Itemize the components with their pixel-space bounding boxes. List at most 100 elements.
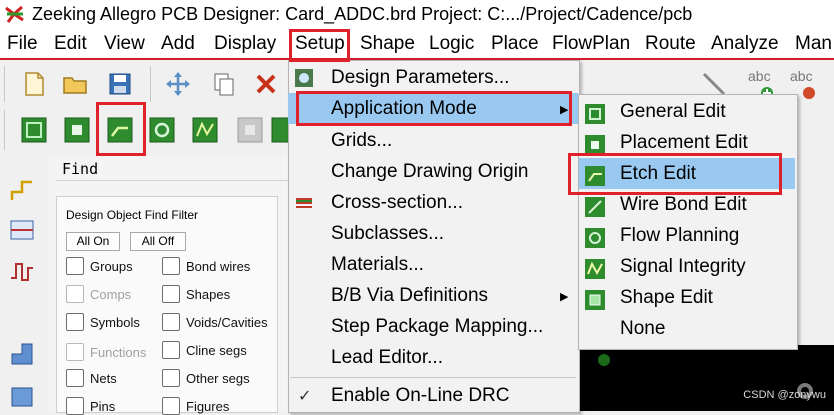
find-panel-title: Find (62, 160, 99, 178)
wire-bond-edit-icon (585, 197, 605, 217)
signal-integrity-icon (585, 259, 605, 279)
new-file-icon[interactable] (20, 70, 48, 98)
menu-route[interactable]: Route (645, 33, 696, 55)
design-parameters-icon (295, 69, 313, 87)
move-icon[interactable] (164, 70, 192, 98)
cross-section-icon (296, 198, 312, 208)
toolbar-separator (4, 66, 5, 102)
filter-label: Comps (90, 286, 132, 302)
setup-enable-online-drc[interactable]: Enable On-Line DRC (331, 385, 509, 407)
menu-place[interactable]: Place (491, 33, 539, 55)
setup-lead-editor[interactable]: Lead Editor... (331, 347, 443, 369)
setup-bb-via-definitions[interactable]: B/B Via Definitions (331, 285, 488, 307)
filter-label: Voids/Cavities (186, 314, 268, 330)
annotation-box-application-mode (296, 91, 572, 126)
delay-tune-icon[interactable] (8, 258, 36, 286)
save-icon[interactable] (106, 70, 134, 98)
change-text-icon (803, 87, 815, 99)
general-edit-mode-icon[interactable] (20, 116, 48, 144)
route-connect-icon[interactable] (8, 176, 36, 204)
general-edit-icon (585, 104, 605, 124)
mode-shape-edit[interactable]: Shape Edit (620, 287, 713, 309)
change-text-label[interactable]: abc (790, 68, 813, 84)
toolbar-separator (4, 110, 5, 150)
delete-icon[interactable] (252, 70, 280, 98)
setup-design-parameters[interactable]: Design Parameters... (331, 67, 509, 89)
filter-cline-segs-checkbox[interactable]: Cline segs (162, 341, 247, 359)
setup-step-package-mapping[interactable]: Step Package Mapping... (331, 316, 543, 338)
menu-analyze[interactable]: Analyze (711, 33, 779, 55)
filter-label: Cline segs (186, 342, 247, 358)
menu-separator (290, 377, 576, 378)
filter-figures-checkbox[interactable]: Figures (162, 397, 229, 415)
mode-flow-planning[interactable]: Flow Planning (620, 225, 739, 247)
annotation-box-setup (289, 29, 350, 62)
filter-comps-checkbox[interactable]: Comps (66, 285, 131, 303)
signal-integrity-mode-icon[interactable] (191, 116, 219, 144)
menu-file[interactable]: File (7, 33, 38, 55)
filter-label: Nets (90, 370, 117, 386)
rect-tool-icon[interactable] (8, 382, 36, 410)
flow-planning-mode-icon[interactable] (148, 116, 176, 144)
filter-label: Shapes (186, 286, 231, 302)
filter-functions-checkbox[interactable]: Functions (66, 343, 146, 361)
all-on-button[interactable]: All On (66, 232, 120, 251)
setup-materials[interactable]: Materials... (331, 254, 424, 276)
menu-shape[interactable]: Shape (360, 33, 415, 55)
setup-change-drawing-origin[interactable]: Change Drawing Origin (331, 161, 529, 183)
bundle-icon[interactable] (8, 216, 36, 244)
find-filter-title: Design Object Find Filter (66, 208, 199, 222)
copy-icon[interactable] (210, 70, 238, 98)
shape-edit-mode-icon[interactable] (236, 116, 264, 144)
filter-groups-checkbox[interactable]: Groups (66, 257, 133, 275)
check-icon: ✓ (298, 388, 312, 405)
filter-label: Figures (186, 398, 230, 414)
filter-nets-checkbox[interactable]: Nets (66, 369, 117, 387)
app-logo-icon (4, 4, 26, 26)
watermark: CSDN @zonywu (743, 389, 826, 401)
mode-wire-bond-edit[interactable]: Wire Bond Edit (620, 194, 747, 216)
menu-add[interactable]: Add (161, 33, 195, 55)
mode-placement-edit[interactable]: Placement Edit (620, 132, 748, 154)
menu-logic[interactable]: Logic (429, 33, 474, 55)
mode-none[interactable]: None (620, 318, 665, 340)
placement-edit-mode-icon[interactable] (63, 116, 91, 144)
add-text-label[interactable]: abc (748, 68, 771, 84)
menu-flowplan[interactable]: FlowPlan (552, 33, 630, 55)
menu-display[interactable]: Display (214, 33, 276, 55)
filter-pins-checkbox[interactable]: Pins (66, 397, 115, 415)
filter-voids-checkbox[interactable]: Voids/Cavities (162, 313, 268, 331)
canvas-via-icon (598, 354, 610, 366)
filter-label: Symbols (90, 314, 140, 330)
filter-label: Functions (90, 344, 147, 360)
setup-subclasses[interactable]: Subclasses... (331, 223, 444, 245)
submenu-arrow-icon: ▶ (560, 291, 569, 303)
window-title: Zeeking Allegro PCB Designer: Card_ADDC.… (32, 4, 693, 24)
menu-edit[interactable]: Edit (54, 33, 87, 55)
filter-other-segs-checkbox[interactable]: Other segs (162, 369, 250, 387)
find-header-divider (56, 180, 288, 181)
design-canvas[interactable] (580, 345, 834, 411)
filter-label: Bond wires (186, 258, 251, 274)
open-folder-icon[interactable] (61, 70, 89, 98)
filter-symbols-checkbox[interactable]: Symbols (66, 313, 140, 331)
menu-view[interactable]: View (104, 33, 145, 55)
filter-label: Other segs (186, 370, 250, 386)
all-off-button[interactable]: All Off (130, 232, 186, 251)
filter-label: Pins (90, 398, 116, 414)
filter-label: Groups (90, 258, 133, 274)
annotation-box-etch-edit (568, 153, 782, 195)
annotation-box-etch-toolbar (96, 102, 146, 156)
right-panel (796, 156, 834, 346)
mode-general-edit[interactable]: General Edit (620, 101, 726, 123)
shape-edit-icon (585, 290, 605, 310)
menu-manufacture[interactable]: Man (795, 33, 832, 55)
mode-signal-integrity[interactable]: Signal Integrity (620, 256, 746, 278)
filter-bond-wires-checkbox[interactable]: Bond wires (162, 257, 250, 275)
toolbar-separator (150, 66, 151, 102)
setup-cross-section[interactable]: Cross-section... (331, 192, 463, 214)
filter-shapes-checkbox[interactable]: Shapes (162, 285, 230, 303)
flow-planning-icon (585, 228, 605, 248)
setup-grids[interactable]: Grids... (331, 130, 392, 152)
align-tool-icon[interactable] (8, 340, 36, 368)
